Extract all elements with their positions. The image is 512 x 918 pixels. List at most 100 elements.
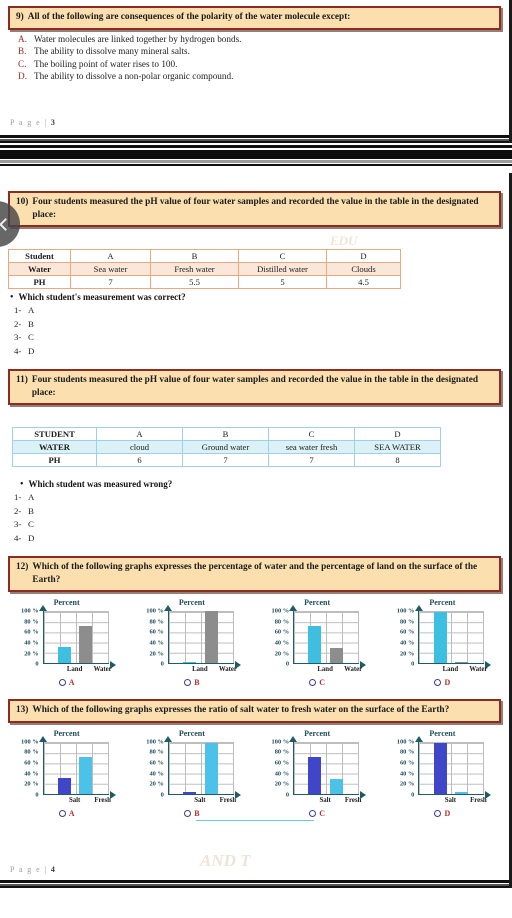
option-index: 4-: [14, 532, 22, 543]
page-3-bottom-edge: [0, 135, 509, 143]
radio-option-label: C: [319, 678, 326, 688]
y-tick-label: 40 %: [24, 639, 39, 647]
question-10-prompt-text: Which student's measurement was correct?: [18, 292, 186, 303]
y-tick-label: 0: [285, 660, 290, 668]
y-tick-label: 100 %: [146, 738, 164, 746]
option-row[interactable]: 4- D: [14, 346, 509, 356]
y-tick-label: 80 %: [24, 748, 39, 756]
radio-option-a[interactable]: A: [58, 678, 75, 687]
radio-button-icon[interactable]: [309, 679, 317, 687]
document-viewer: 9) All of the following are consequences…: [0, 0, 512, 918]
option-index: 4-: [14, 345, 22, 356]
radio-button-icon[interactable]: [434, 679, 442, 687]
option-row[interactable]: D. The ability to dissolve a non-polar o…: [18, 71, 509, 81]
radio-button-icon[interactable]: [58, 679, 66, 687]
radio-button-icon[interactable]: [434, 809, 442, 817]
option-index: 3-: [14, 332, 22, 343]
y-tick-label: 80 %: [399, 748, 415, 756]
x-axis-labels: Salt Fresh: [43, 797, 117, 809]
y-tick-label: 80 %: [24, 618, 39, 626]
chart-bar-water: [204, 611, 218, 664]
radio-option-c[interactable]: C: [309, 678, 325, 687]
x-tick-label: Salt: [319, 796, 331, 804]
page-4-footer: P a g e | 4: [10, 865, 55, 874]
chart-plot: 100 % 80 % 60 % 40 % 20 % 0 Salt Fresh: [140, 735, 244, 806]
chart-option-a[interactable]: Percent 100 % 80 % 60 % 40 % 20 % 0 Salt Fresh A: [4, 729, 129, 818]
radio-option-b[interactable]: B: [184, 809, 200, 818]
watermark-text: EDU: [330, 233, 358, 248]
option-text: Water molecules are linked together by h…: [34, 33, 242, 44]
chart-bars: [294, 611, 359, 664]
y-axis-arrow-icon: [38, 605, 47, 612]
option-row[interactable]: 1- A: [14, 305, 509, 315]
chart-option-a[interactable]: Percent 100 % 80 % 60 % 40 % 20 % 0 Land Water A: [4, 598, 129, 687]
chart-plot: 100 % 80 % 60 % 40 % 20 % 0 Land Water: [265, 605, 369, 675]
radio-button-icon[interactable]: [309, 809, 317, 817]
y-tick-label: 60 %: [24, 759, 39, 767]
question-9-options: A. Water molecules are linked together b…: [18, 34, 509, 82]
page-footer-number: 4: [50, 865, 55, 874]
table-row: PH 6 7 7 8: [12, 453, 441, 468]
y-tick-label: 20 %: [399, 650, 415, 658]
radio-option-a[interactable]: A: [58, 809, 75, 818]
chart-bar-fresh: [79, 756, 93, 794]
question-11-prompt: • Which student was measured wrong?: [20, 479, 509, 490]
option-row[interactable]: 4- D: [14, 533, 509, 543]
chart-bars: [169, 611, 234, 664]
option-text: D: [28, 345, 35, 356]
option-row[interactable]: C. The boiling point of water rises to 1…: [18, 59, 509, 69]
y-tick-label: 60 %: [24, 628, 39, 636]
chart-option-d[interactable]: Percent 100 % 80 % 60 % 40 % 20 % 0 Salt Fresh D: [380, 729, 505, 818]
x-axis-labels: Land Water: [168, 666, 242, 678]
table-row-header: PH: [12, 453, 97, 468]
chart-option-b[interactable]: Percent 100 % 80 % 60 % 40 % 20 % 0 Salt Fresh B: [129, 729, 254, 818]
option-row[interactable]: 3- C: [14, 332, 509, 342]
chart-bar-salt: [308, 756, 322, 794]
radio-button-icon[interactable]: [184, 679, 192, 687]
table-cell: A: [96, 427, 183, 442]
y-tick-label: 100 %: [21, 607, 39, 615]
y-tick-label: 60 %: [149, 759, 164, 767]
question-11-text: Four students measured the pH value of f…: [31, 375, 479, 398]
chart-option-c[interactable]: Percent 100 % 80 % 60 % 40 % 20 % 0 Land Water C: [255, 598, 380, 687]
y-tick-label: 60 %: [149, 628, 164, 636]
question-10-number: 10): [16, 197, 29, 207]
y-tick-label: 0: [160, 791, 164, 799]
option-row[interactable]: B. The ability to dissolve many mineral …: [18, 46, 509, 56]
radio-button-icon[interactable]: [58, 809, 66, 817]
table-cell: 4.5: [326, 275, 401, 290]
y-tick-label: 40 %: [274, 770, 290, 778]
table-cell: D: [326, 249, 401, 264]
radio-button-icon[interactable]: [184, 809, 192, 817]
option-row[interactable]: 2- B: [14, 506, 509, 516]
question-9-text: All of the following are consequences of…: [27, 12, 351, 22]
question-10-prompt: • Which student's measurement was correc…: [10, 292, 509, 303]
answer-underline: [196, 819, 314, 822]
radio-option-d[interactable]: D: [434, 809, 450, 818]
y-axis-labels: 100 % 80 % 60 % 40 % 20 % 0: [140, 738, 166, 799]
radio-option-d[interactable]: D: [434, 678, 450, 687]
option-text: The ability to dissolve a non-polar orga…: [34, 71, 234, 82]
table-cell: B: [150, 249, 239, 264]
option-row[interactable]: A. Water molecules are linked together b…: [18, 34, 509, 44]
table-cell: Distilled water: [238, 262, 327, 277]
chart-option-c[interactable]: Percent 100 % 80 % 60 % 40 % 20 % 0 Salt Fresh C: [255, 729, 380, 818]
radio-option-c[interactable]: C: [309, 809, 325, 818]
x-tick-label: Land: [317, 666, 333, 674]
radio-option-b[interactable]: B: [184, 678, 200, 687]
option-row[interactable]: 1- A: [14, 492, 509, 502]
page-footer-prefix: P a g e: [10, 118, 42, 127]
chart-plot: 100 % 80 % 60 % 40 % 20 % 0 Land Water: [140, 605, 244, 678]
option-row[interactable]: 2- B: [14, 319, 509, 329]
question-11-banner: 11) Four students measured the pH value …: [8, 369, 501, 406]
chart-bars: [44, 742, 109, 794]
y-tick-label: 40 %: [399, 770, 415, 778]
y-tick-label: 100 %: [146, 607, 164, 615]
table-cell: 5: [238, 275, 327, 290]
chart-bar-fresh: [204, 742, 218, 794]
option-row[interactable]: 3- C: [14, 519, 509, 529]
y-tick-label: 0: [411, 660, 415, 668]
chart-option-b[interactable]: Percent 100 % 80 % 60 % 40 % 20 % 0 Land Water B: [129, 598, 254, 687]
table-cell: Sea water: [70, 262, 151, 277]
chart-option-d[interactable]: Percent 100 % 80 % 60 % 40 % 20 % 0 Land Water D: [380, 598, 505, 687]
